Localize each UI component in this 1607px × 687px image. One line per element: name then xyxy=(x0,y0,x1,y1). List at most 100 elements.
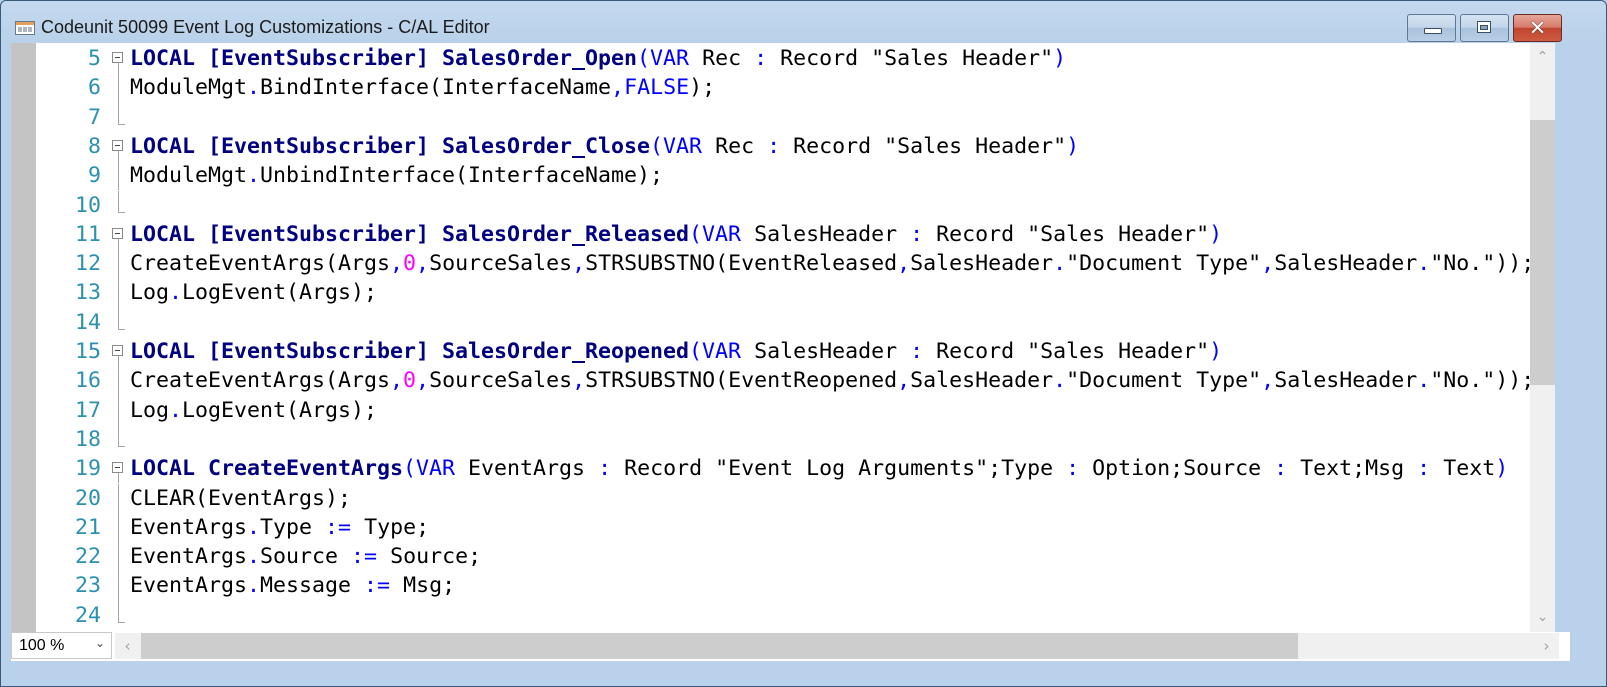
collapse-icon[interactable] xyxy=(112,52,123,63)
line-number: 17 xyxy=(74,397,101,423)
collapse-icon[interactable] xyxy=(112,462,123,474)
code-line[interactable]: 6 ModuleMgt.BindInterface(InterfaceName,F… xyxy=(11,73,1555,103)
zoom-dropdown[interactable]: 100 % ⌄ xyxy=(11,632,112,659)
code-token: Text xyxy=(1430,456,1496,482)
fold-guide xyxy=(118,278,119,308)
code-token: ( xyxy=(689,339,703,364)
code-token: ) xyxy=(1209,221,1223,247)
code-line[interactable]: 18 xyxy=(11,424,1555,454)
fold-guide xyxy=(118,366,119,396)
code-token: . xyxy=(247,573,261,599)
code-token: , xyxy=(416,251,430,277)
code-line[interactable]: 15 LOCAL [EventSubscriber] SalesOrder_Reo… xyxy=(11,337,1555,367)
code-line[interactable]: 23 EventArgs.Message := Msg; xyxy=(11,571,1555,601)
minimize-button[interactable] xyxy=(1407,14,1456,42)
code-text: Log.LogEvent(Args); xyxy=(130,278,377,307)
collapse-icon[interactable] xyxy=(112,345,123,356)
code-token: Option;Source xyxy=(1079,456,1275,482)
scroll-right-button[interactable]: › xyxy=(1534,633,1559,659)
code-text: CreateEventArgs(Args,0,SourceSales,STRSU… xyxy=(130,366,1534,395)
code-token: Record "Sales Header" xyxy=(767,46,1054,71)
vertical-scroll-thumb[interactable] xyxy=(1530,120,1555,385)
horizontal-scroll-thumb[interactable] xyxy=(141,633,1298,659)
code-token: 0 xyxy=(403,368,417,394)
code-text: LOCAL CreateEventArgs(VAR EventArgs : Re… xyxy=(130,454,1508,483)
close-icon: ✕ xyxy=(1528,16,1547,40)
code-token: LogEvent(Args); xyxy=(182,397,378,423)
code-line[interactable]: 9 ModuleMgt.UnbindInterface(InterfaceName… xyxy=(11,161,1555,191)
chevron-right-icon: › xyxy=(1543,637,1550,655)
code-line[interactable]: 19 LOCAL CreateEventArgs(VAR EventArgs : … xyxy=(11,454,1555,484)
code-token: LOCAL CreateEventArgs xyxy=(130,456,404,482)
editor-status-bar: 100 % ⌄ ‹ › xyxy=(11,632,1570,661)
code-text: LOCAL [EventSubscriber] SalesOrder_Open(… xyxy=(130,44,1066,73)
horizontal-scrollbar[interactable]: ‹ › xyxy=(115,633,1559,659)
line-number: 14 xyxy=(74,309,101,335)
code-line[interactable]: 21 EventArgs.Type := Type; xyxy=(11,512,1555,543)
collapse-icon[interactable] xyxy=(112,227,123,239)
code-token: CLEAR(EventArgs); xyxy=(130,485,352,511)
line-number: 11 xyxy=(74,221,101,247)
code-token: , xyxy=(897,251,911,277)
fold-guide xyxy=(118,483,119,513)
code-line[interactable]: 24 xyxy=(11,600,1555,630)
code-line[interactable]: 10 xyxy=(11,190,1555,220)
code-editor[interactable]: 5 LOCAL [EventSubscriber] SalesOrder_Open… xyxy=(11,43,1555,632)
code-token: Rec xyxy=(702,133,768,159)
code-token: 0 xyxy=(403,251,417,277)
scroll-up-button[interactable]: ⌃ xyxy=(1530,45,1555,70)
collapse-icon[interactable] xyxy=(112,139,123,151)
code-token: : xyxy=(910,221,924,247)
code-line[interactable]: 16 CreateEventArgs(Args,0,SourceSales,STR… xyxy=(11,366,1555,396)
code-line[interactable]: 7 xyxy=(11,102,1555,132)
code-token: ); xyxy=(689,75,716,101)
line-number: 20 xyxy=(74,485,101,511)
code-token: := xyxy=(364,573,391,599)
scroll-down-button[interactable]: ⌄ xyxy=(1530,605,1555,630)
table-window-icon xyxy=(15,21,35,35)
close-button[interactable]: ✕ xyxy=(1513,14,1562,42)
code-token: Msg; xyxy=(390,573,456,599)
fold-guide-end xyxy=(118,600,125,623)
code-line[interactable]: 13 Log.LogEvent(Args); xyxy=(11,278,1555,308)
code-token: SalesHeader xyxy=(910,368,1054,394)
code-token: , xyxy=(1261,251,1275,277)
fold-guide xyxy=(118,512,119,543)
code-line[interactable]: 20 CLEAR(EventArgs); xyxy=(11,483,1555,513)
code-token: VAR xyxy=(663,133,703,159)
code-line[interactable]: 8 LOCAL [EventSubscriber] SalesOrder_Clos… xyxy=(11,132,1555,162)
scroll-left-button[interactable]: ‹ xyxy=(115,633,140,659)
code-token: SalesHeader xyxy=(910,251,1054,277)
code-token: "Document Type" xyxy=(1066,251,1262,277)
code-text: LOCAL [EventSubscriber] SalesOrder_Reope… xyxy=(130,337,1222,366)
code-token: FALSE xyxy=(624,75,690,101)
code-token: "Document Type" xyxy=(1066,368,1262,394)
code-token: ( xyxy=(637,46,651,71)
code-token: EventArgs xyxy=(130,544,248,570)
code-text: EventArgs.Source := Source; xyxy=(130,542,481,571)
window-title: Codeunit 50099 Event Log Customizations … xyxy=(41,17,490,37)
line-number: 12 xyxy=(74,251,101,277)
maximize-button[interactable] xyxy=(1460,14,1509,42)
code-line[interactable]: 11 LOCAL [EventSubscriber] SalesOrder_Rel… xyxy=(11,220,1555,250)
code-line[interactable]: 22 EventArgs.Source := Source; xyxy=(11,542,1555,572)
code-line[interactable]: 17 Log.LogEvent(Args); xyxy=(11,395,1555,425)
code-line[interactable]: 14 xyxy=(11,307,1555,337)
fold-guide xyxy=(118,356,119,367)
line-number: 23 xyxy=(74,573,101,599)
code-token: : xyxy=(754,46,768,71)
vertical-scrollbar[interactable]: ⌃ ⌄ xyxy=(1530,43,1555,632)
code-text: ModuleMgt.UnbindInterface(InterfaceName)… xyxy=(130,161,663,190)
code-line[interactable]: 12 CreateEventArgs(Args,0,SourceSales,STR… xyxy=(11,249,1555,279)
line-number: 10 xyxy=(74,192,101,218)
line-number: 16 xyxy=(74,368,101,394)
code-token: . xyxy=(247,514,261,540)
code-line[interactable]: 5 LOCAL [EventSubscriber] SalesOrder_Open… xyxy=(11,44,1555,74)
code-token: Source xyxy=(260,544,352,570)
code-text: EventArgs.Type := Type; xyxy=(130,513,429,542)
code-token: : xyxy=(598,456,612,482)
code-token: . xyxy=(1417,368,1431,394)
fold-guide xyxy=(118,63,119,74)
title-bar[interactable]: Codeunit 50099 Event Log Customizations … xyxy=(1,1,1606,43)
code-token: LOCAL [EventSubscriber] SalesOrder_Close xyxy=(130,133,651,159)
